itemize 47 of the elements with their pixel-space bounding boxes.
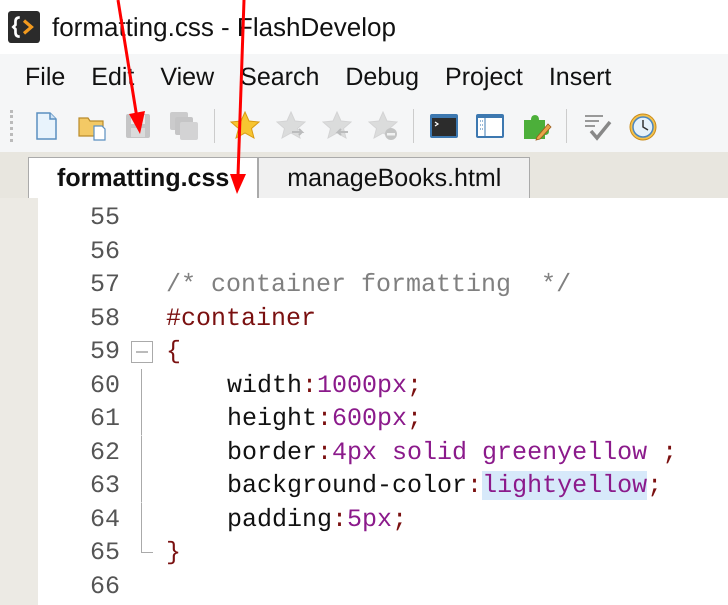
line-number: 62 xyxy=(88,438,120,467)
file-tab[interactable]: manageBooks.html xyxy=(258,157,530,198)
menu-item[interactable]: Debug xyxy=(334,62,430,92)
css-property: height xyxy=(227,404,318,434)
line-number: 58 xyxy=(88,304,120,333)
css-property: background-color xyxy=(227,471,468,500)
brace: { xyxy=(166,337,182,366)
line-number: 56 xyxy=(88,236,120,266)
selected-css-value: lightyellow xyxy=(482,471,648,500)
line-number: 64 xyxy=(88,504,120,534)
line-number: 66 xyxy=(88,572,120,601)
menu-item[interactable]: View xyxy=(149,62,226,92)
punctuation: ; xyxy=(407,370,422,400)
css-property: border xyxy=(227,438,318,467)
line-number: 63 xyxy=(88,471,120,500)
code-comment: /* container formatting */ xyxy=(166,270,572,300)
punctuation: : xyxy=(332,504,348,534)
line-number: 65 xyxy=(88,538,120,568)
css-value: 600px xyxy=(332,404,408,434)
css-value: 4px solid greenyellow xyxy=(332,438,648,467)
punctuation: : xyxy=(302,370,318,400)
punctuation: ; xyxy=(647,471,662,500)
fold-end xyxy=(141,536,153,553)
brace: } xyxy=(166,538,182,568)
line-number: 55 xyxy=(88,203,120,232)
menu-item[interactable]: File xyxy=(14,62,76,92)
menu-item[interactable]: Search xyxy=(229,62,330,92)
line-number: 59 xyxy=(88,337,120,366)
punctuation: : xyxy=(467,471,482,500)
collapse-icon[interactable] xyxy=(131,341,153,363)
punctuation: : xyxy=(317,438,332,467)
menu-item[interactable]: Project xyxy=(434,62,534,92)
menu-item[interactable]: Insert xyxy=(538,62,622,92)
css-value: 5px xyxy=(347,504,392,534)
punctuation: ; xyxy=(407,404,422,434)
file-tab[interactable]: formatting.css xyxy=(28,157,258,198)
line-number: 57 xyxy=(88,270,120,300)
line-number: 61 xyxy=(88,404,120,434)
css-selector: #container xyxy=(166,304,316,333)
line-number: 60 xyxy=(88,370,120,400)
punctuation: ; xyxy=(662,438,678,467)
css-property: padding xyxy=(227,504,332,534)
app-logo-icon xyxy=(8,11,40,43)
css-property: width xyxy=(227,370,302,400)
css-value: 1000px xyxy=(317,370,408,400)
punctuation: ; xyxy=(392,504,408,534)
punctuation: : xyxy=(317,404,332,434)
